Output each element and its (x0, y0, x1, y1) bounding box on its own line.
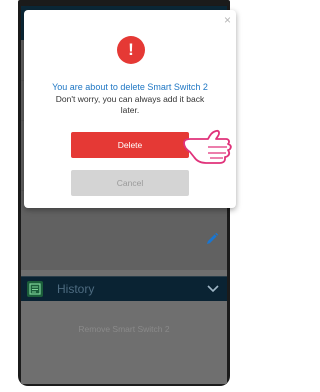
delete-button[interactable]: Delete (71, 132, 189, 158)
cancel-button[interactable]: Cancel (71, 170, 189, 196)
pointing-hand-icon (183, 129, 232, 164)
remove-device-link[interactable]: Remove Smart Switch 2 (21, 324, 227, 334)
alert-icon: ! (117, 36, 145, 64)
dialog-title: You are about to delete Smart Switch 2 (52, 82, 208, 92)
history-bar[interactable]: History (21, 276, 227, 301)
close-icon[interactable]: × (224, 14, 231, 26)
history-icon (27, 281, 43, 297)
delete-confirm-dialog: × ! You are about to delete Smart Switch… (24, 10, 236, 208)
history-label: History (57, 282, 95, 296)
dialog-message: Don't worry, you can always add it back … (55, 94, 205, 115)
edit-icon[interactable] (205, 232, 219, 246)
chevron-down-icon[interactable] (207, 284, 219, 294)
